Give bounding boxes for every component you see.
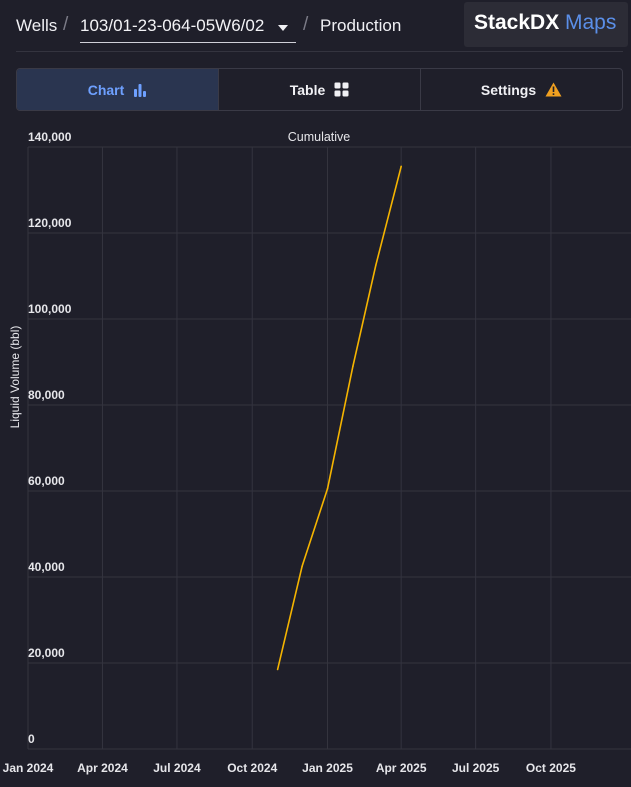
logo-text-secondary: Maps [565, 11, 617, 34]
view-tabs: Chart Table Settings [16, 68, 623, 111]
breadcrumb-separator-2: / [303, 14, 309, 35]
data-point [276, 668, 279, 671]
y-tick-label: 60,000 [28, 474, 65, 488]
data-point [301, 565, 303, 568]
y-tick-label: 120,000 [28, 216, 72, 230]
tab-chart-label: Chart [87, 81, 125, 98]
data-point [400, 165, 402, 168]
well-id: 103/01-23-064-05W6/02 [80, 16, 265, 35]
chart-area: 0 20,000 40,000 60,000 80,000 100,000 120,000 1… [0, 120, 631, 787]
well-selector[interactable]: 103/01-23-064-05W6/02 [80, 10, 296, 43]
x-tick-label: Jan 2024 [3, 761, 54, 775]
x-tick-label: Jan 2025 [302, 761, 353, 775]
cumulative-chart: 0 20,000 40,000 60,000 80,000 100,000 120,000 1… [3, 130, 631, 775]
tab-settings-label: Settings [480, 81, 537, 98]
grid-icon [334, 82, 349, 97]
y-tick-label: 100,000 [28, 302, 72, 316]
y-tick-label: 140,000 [28, 130, 72, 144]
x-tick-label: Oct 2025 [526, 761, 576, 775]
x-tick-label: Oct 2024 [227, 761, 277, 775]
x-tick-label: Jul 2025 [452, 761, 500, 775]
header: Wells / 103/01-23-064-05W6/02 / Producti… [0, 0, 631, 52]
x-tick-label: Apr 2024 [77, 761, 128, 775]
tab-chart[interactable]: Chart [17, 69, 219, 110]
logo-text-primary: StackDX [474, 11, 560, 34]
x-tick-label: Jul 2024 [153, 761, 201, 775]
breadcrumb-separator: / [63, 14, 69, 35]
warning-icon [545, 82, 562, 97]
breadcrumb-production: Production [320, 16, 402, 35]
tab-table-label: Table [289, 81, 326, 98]
data-point [352, 365, 354, 368]
tab-settings[interactable]: Settings [421, 69, 622, 110]
tab-table[interactable]: Table [219, 69, 421, 110]
stackdx-logo: StackDX Maps [464, 2, 628, 47]
chart-title: Cumulative [288, 130, 351, 144]
bar-chart-icon [133, 83, 147, 97]
caret-down-icon [278, 25, 288, 31]
y-tick-label: 80,000 [28, 388, 65, 402]
data-point [326, 488, 329, 490]
y-tick-label: 20,000 [28, 646, 65, 660]
y-tick-label: 40,000 [28, 560, 65, 574]
y-axis-label: Liquid Volume (bbl) [8, 326, 22, 429]
series-line [276, 166, 402, 670]
x-tick-label: Apr 2025 [376, 761, 427, 775]
y-tick-label: 0 [28, 732, 35, 746]
header-divider [16, 51, 623, 52]
breadcrumb-wells[interactable]: Wells [16, 16, 57, 36]
data-point [375, 264, 377, 267]
